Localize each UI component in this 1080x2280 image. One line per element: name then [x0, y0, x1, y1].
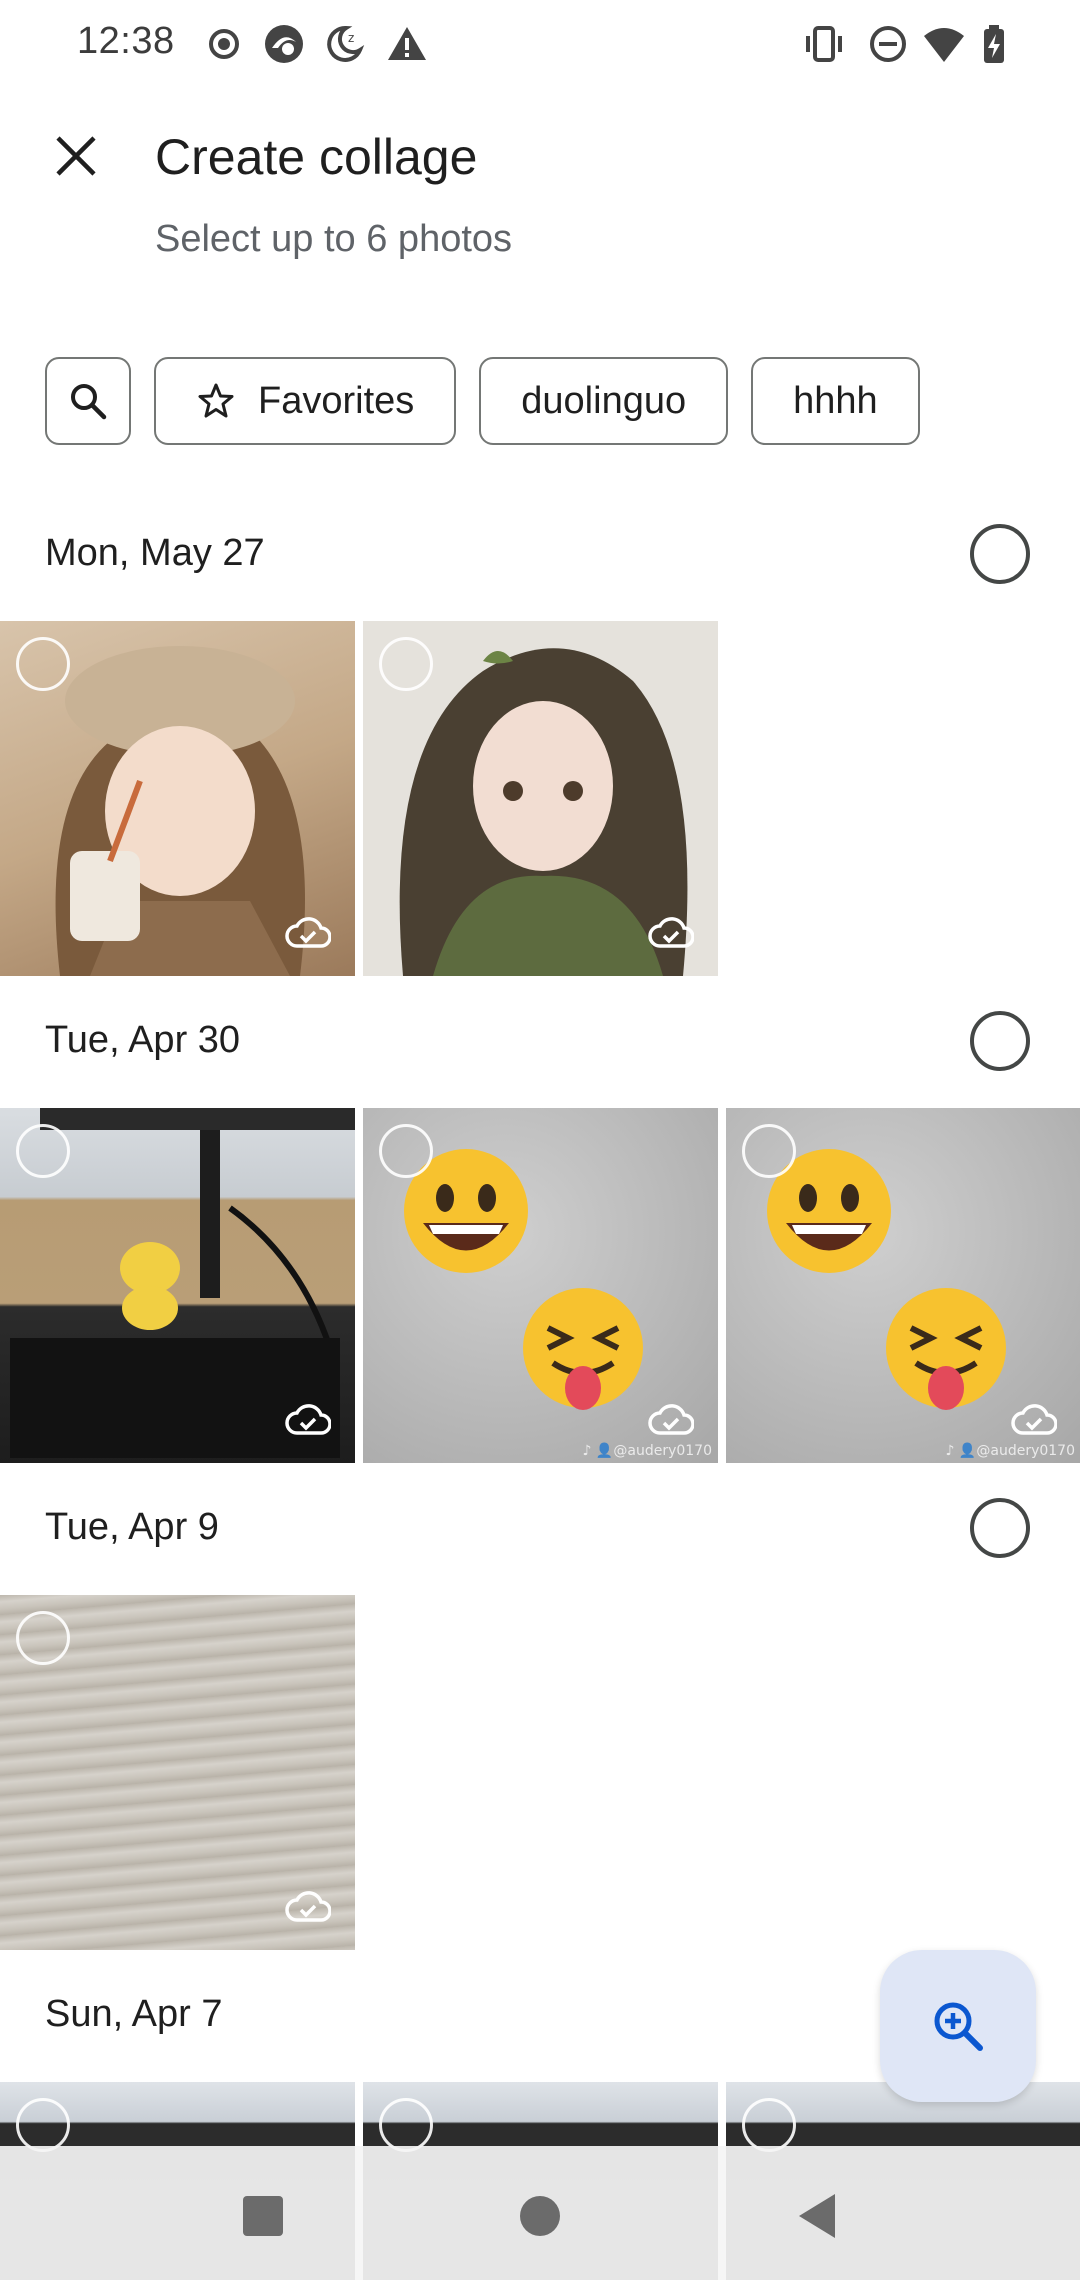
page-subtitle: Select up to 6 photos: [155, 218, 513, 260]
home-circle-icon: [520, 2196, 560, 2236]
date-header: Tue, Apr 30: [45, 1019, 241, 1061]
favorites-chip[interactable]: Favorites: [154, 357, 457, 445]
home-button[interactable]: [510, 2186, 570, 2246]
select-circle[interactable]: [16, 1611, 70, 1665]
select-circle[interactable]: [16, 1124, 70, 1178]
select-circle[interactable]: [379, 2098, 433, 2152]
status-time: 12:38: [77, 20, 175, 62]
page-title: Create collage: [155, 129, 478, 185]
status-bar: 12:38 z: [0, 0, 1080, 90]
date-header: Sun, Apr 7: [45, 1993, 223, 2035]
watermark: ♪ 👤@audery0170: [945, 1443, 1075, 1459]
watermark: ♪ 👤@audery0170: [582, 1443, 712, 1459]
vibrate-icon: [806, 26, 842, 62]
dnd-icon: [870, 26, 906, 62]
search-icon: [71, 384, 107, 420]
photo-thumbnail[interactable]: ♪ 👤@audery0170: [726, 1108, 1080, 1463]
cloud-done-icon: [285, 917, 331, 948]
recents-square-icon: [243, 2196, 283, 2236]
date-header: Tue, Apr 9: [45, 1506, 219, 1548]
recents-button[interactable]: [233, 2186, 293, 2246]
select-day-button[interactable]: [970, 524, 1030, 584]
select-day-button[interactable]: [970, 1011, 1030, 1071]
cloud-done-icon: [285, 1891, 331, 1922]
select-day-button[interactable]: [970, 1498, 1030, 1558]
cloud-done-icon: [648, 1404, 694, 1435]
do-not-disturb-moon-icon: z: [327, 25, 365, 62]
cloud-done-icon: [648, 917, 694, 948]
duolinguo-chip[interactable]: duolinguo: [479, 357, 729, 445]
photo-thumbnail[interactable]: [0, 621, 355, 976]
favorites-chip-label: Favorites: [258, 379, 415, 422]
photo-thumbnail[interactable]: [363, 621, 718, 976]
battery-charging-icon: [984, 25, 1004, 63]
search-chip[interactable]: [45, 357, 131, 445]
photo-thumbnail[interactable]: [0, 1595, 355, 1950]
select-circle[interactable]: [16, 637, 70, 691]
select-circle[interactable]: [742, 2098, 796, 2152]
photo-thumbnail[interactable]: ♪ 👤@audery0170: [363, 1108, 718, 1463]
record-icon: [209, 29, 239, 59]
photo-thumbnail[interactable]: [0, 1108, 355, 1463]
date-header: Mon, May 27: [45, 532, 265, 574]
filter-chips: Favorites duolinguo hhhh: [45, 357, 920, 445]
svg-text:z: z: [348, 31, 354, 45]
app-icon: [265, 25, 303, 63]
back-button[interactable]: [787, 2186, 847, 2246]
select-circle[interactable]: [16, 2098, 70, 2152]
zoom-in-icon: [934, 2002, 983, 2051]
select-circle[interactable]: [379, 1124, 433, 1178]
navigation-bar: [0, 2146, 1080, 2280]
back-triangle-icon: [799, 2194, 835, 2238]
close-button[interactable]: [40, 120, 112, 192]
select-circle[interactable]: [742, 1124, 796, 1178]
cloud-done-icon: [285, 1404, 331, 1435]
warning-icon: [388, 27, 426, 60]
select-circle[interactable]: [379, 637, 433, 691]
cloud-done-icon: [1011, 1404, 1057, 1435]
close-icon: [56, 136, 96, 176]
wifi-icon: [924, 28, 964, 62]
star-icon: [196, 381, 236, 421]
hhhh-chip[interactable]: hhhh: [751, 357, 920, 445]
zoom-fab-button[interactable]: [880, 1950, 1036, 2102]
